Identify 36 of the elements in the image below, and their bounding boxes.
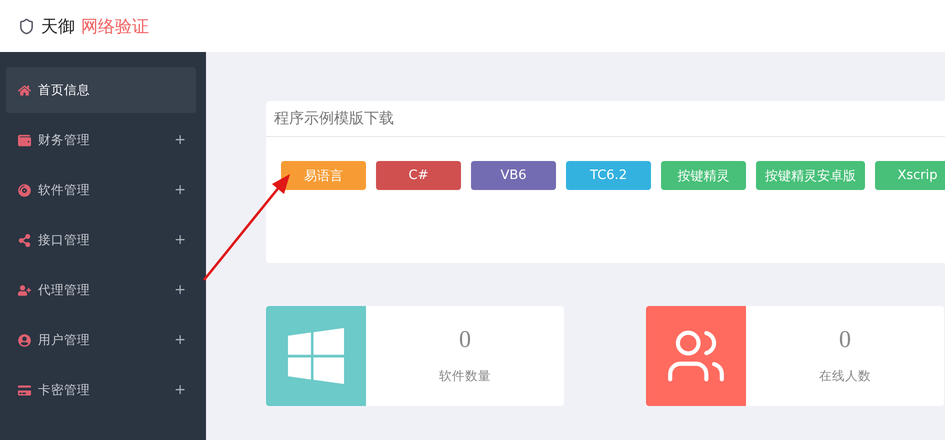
panel-title: 程序示例模版下载 xyxy=(266,101,945,137)
home-icon xyxy=(18,84,31,96)
expand-toggle[interactable]: + xyxy=(174,232,186,248)
expand-toggle[interactable]: + xyxy=(174,182,186,198)
stat-value: 0 xyxy=(839,327,851,354)
sidebar-item[interactable]: 软件管理 + xyxy=(6,167,196,213)
sidebar-item-label: 接口管理 xyxy=(38,232,90,248)
sidebar-item[interactable]: 用户管理 + xyxy=(6,317,196,363)
sidebar-item-label: 首页信息 xyxy=(38,82,90,98)
sidebar-item-label: 用户管理 xyxy=(38,332,90,348)
sidebar-item[interactable]: 接口管理 + xyxy=(6,217,196,263)
stat-label: 在线人数 xyxy=(819,368,871,385)
share-icon xyxy=(18,234,31,246)
expand-toggle[interactable]: + xyxy=(174,132,186,148)
expand-toggle[interactable]: + xyxy=(174,332,186,348)
expand-toggle[interactable]: + xyxy=(174,382,186,398)
sidebar-item[interactable]: 卡密管理 + xyxy=(6,367,196,413)
brand-subtitle: 网络验证 xyxy=(81,16,149,38)
sidebar-item[interactable]: 代理管理 + xyxy=(6,267,196,313)
stat-label: 软件数量 xyxy=(439,368,491,385)
sidebar-item[interactable]: 首页信息 xyxy=(6,67,196,113)
sidebar-item-label: 软件管理 xyxy=(38,182,90,198)
shield-icon xyxy=(18,18,35,34)
sidebar-item-label: 卡密管理 xyxy=(38,382,90,398)
expand-toggle[interactable]: + xyxy=(174,282,186,298)
brand-name: 天御 xyxy=(41,16,75,38)
wallet-icon xyxy=(18,134,31,146)
user-icon xyxy=(18,334,31,346)
sidebar-item[interactable]: 财务管理 + xyxy=(6,117,196,163)
sidebar-item-label: 代理管理 xyxy=(38,282,90,298)
stat-value: 0 xyxy=(459,327,471,354)
download-button[interactable]: VB6 xyxy=(471,161,556,190)
download-button[interactable]: C# xyxy=(376,161,461,190)
card-icon xyxy=(18,384,31,396)
sidebar-item-label: 财务管理 xyxy=(38,132,90,148)
user-plus-icon xyxy=(18,284,31,296)
